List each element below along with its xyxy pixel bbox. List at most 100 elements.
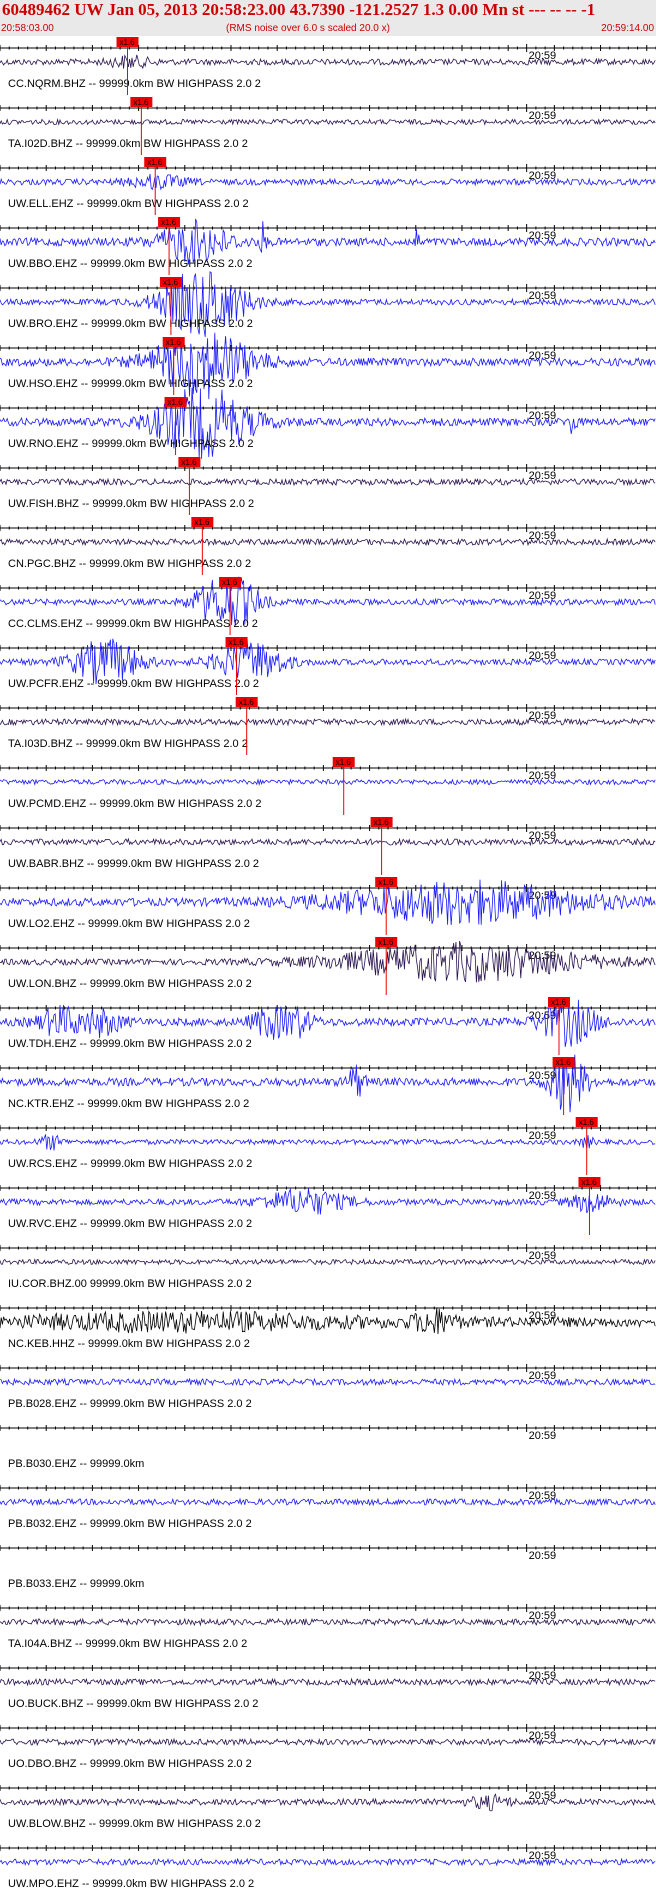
- trace-25: 20:59 PB.B033.EHZ -- 99999.0km: [0, 1544, 656, 1590]
- trace-7: 20:59UW.FISH.BHZ -- 99999.0km BW HIGHPAS…: [0, 457, 656, 515]
- trace-18: 20:59 UW.RCS.EHZ -- 99999.0km BW HIGHPASS…: [0, 1117, 656, 1175]
- event-title: 60489462 UW Jan 05, 2013 20:58:23.00 43.…: [2, 0, 596, 19]
- waveform: [0, 1737, 656, 1747]
- waveform: [0, 477, 656, 487]
- trace-19: 20:59 UW.RVC.EHZ -- 99999.0km BW HIGHPASS…: [0, 1177, 656, 1235]
- trace-30: 20:59UW.MPO.EHZ -- 99999.0km BW HIGHPASS…: [0, 1844, 656, 1890]
- station-label: PB.B030.EHZ -- 99999.0km: [8, 1458, 144, 1470]
- station-label: IU.COR.BHZ.00 99999.0km BW HIGHPASS 2.0 …: [8, 1278, 252, 1290]
- minute-label: 20:59: [529, 290, 557, 302]
- trace-0: 20:59CC.NQRM.BHZ -- 99999.0km BW HIGHPAS…: [0, 37, 656, 95]
- trace-5: 20:59UW.HSO.EHZ -- 99999.0km BW HIGHPASS…: [0, 332, 656, 400]
- trace-8: 20:59 CN.PGC.BHZ -- 99999.0km BW HIGHPASS…: [0, 517, 656, 575]
- station-label: PB.B028.EHZ -- 99999.0km BW HIGHPASS 2.0…: [8, 1398, 252, 1410]
- minute-label: 20:59: [529, 830, 557, 842]
- waveform: [0, 54, 656, 70]
- station-label: UW.HSO.EHZ -- 99999.0km BW HIGHPASS 2.0 …: [8, 378, 253, 390]
- start-time-label: 20:58:03.00: [1, 23, 54, 34]
- waveform: [0, 1258, 656, 1266]
- minute-label: 20:59: [529, 1430, 557, 1442]
- pick-marker-label: x1.6: [581, 1178, 597, 1187]
- trace-17: 20:59NC.KTR.EHZ -- 99999.0km BW HIGHPASS…: [0, 1054, 656, 1115]
- station-label: PB.B033.EHZ -- 99999.0km: [8, 1578, 144, 1590]
- pick-marker-label: x1.6: [147, 158, 163, 167]
- station-label: UW.BRO.EHZ -- 99999.0km BW HIGHPASS 2.0 …: [8, 318, 253, 330]
- trace-22: 20:59PB.B028.EHZ -- 99999.0km BW HIGHPAS…: [0, 1364, 656, 1410]
- waveform: [0, 717, 656, 727]
- waveform: [0, 778, 656, 786]
- minute-label: 20:59: [529, 1790, 557, 1802]
- pick-marker-label: x1.6: [222, 578, 238, 587]
- station-label: NC.KTR.EHZ -- 99999.0km BW HIGHPASS 2.0 …: [8, 1098, 249, 1110]
- waveform: [0, 1677, 656, 1687]
- station-label: CC.CLMS.EHZ -- 99999.0km BW HIGHPASS 2.0…: [8, 618, 258, 630]
- waveform: [0, 1377, 656, 1387]
- station-label: UW.RNO.EHZ -- 99999.0km BW HIGHPASS 2.0 …: [8, 438, 254, 450]
- minute-label: 20:59: [529, 770, 557, 782]
- minute-label: 20:59: [529, 1190, 557, 1202]
- pick-marker-label: x1.6: [556, 1058, 572, 1067]
- minute-label: 20:59: [529, 1310, 557, 1322]
- seismogram-plot: 20:59 CC.NQRM.BHZ -- 99999.0km BW HIGHPAS…: [0, 37, 656, 1890]
- trace-21: 20:59 NC.KEB.HHZ -- 99999.0km BW HIGHPASS…: [0, 1304, 656, 1350]
- station-label: UW.LO2.EHZ -- 99999.0km BW HIGHPASS 2.0 …: [8, 918, 250, 930]
- pick-marker-label: x1.6: [336, 758, 352, 767]
- waveform: [0, 537, 656, 547]
- station-label: NC.KEB.HHZ -- 99999.0km BW HIGHPASS 2.0 …: [8, 1338, 250, 1350]
- minute-label: 20:59: [529, 530, 557, 542]
- minute-label: 20:59: [529, 1130, 557, 1142]
- station-label: TA.I03D.BHZ -- 99999.0km BW HIGHPASS 2.0…: [8, 738, 248, 750]
- station-label: UW.BBO.EHZ -- 99999.0km BW HIGHPASS 2.0 …: [8, 258, 252, 270]
- trace-1: 20:59TA.I02D.BHZ -- 99999.0km BW HIGHPAS…: [0, 97, 656, 155]
- station-label: UW.TDH.EHZ -- 99999.0km BW HIGHPASS 2.0 …: [8, 1038, 252, 1050]
- pick-marker-label: x1.6: [239, 698, 255, 707]
- station-label: UW.BABR.BHZ -- 99999.0km BW HIGHPASS 2.0…: [8, 858, 259, 870]
- pick-marker-label: x1.6: [133, 98, 149, 107]
- waveform: [0, 1617, 656, 1627]
- minute-label: 20:59: [529, 1550, 557, 1562]
- station-label: UW.MPO.EHZ -- 99999.0km BW HIGHPASS 2.0 …: [8, 1878, 254, 1890]
- trace-24: 20:59PB.B032.EHZ -- 99999.0km BW HIGHPAS…: [0, 1484, 656, 1530]
- pick-marker-label: x1.6: [378, 878, 394, 887]
- station-label: CN.PGC.BHZ -- 99999.0km BW HIGHPASS 2.0 …: [8, 558, 251, 570]
- trace-15: 20:59UW.LON.BHZ -- 99999.0km BW HIGHPASS…: [0, 937, 656, 995]
- trace-28: 20:59UO.DBO.BHZ -- 99999.0km BW HIGHPASS…: [0, 1724, 656, 1770]
- station-label: UO.BUCK.BHZ -- 99999.0km BW HIGHPASS 2.0…: [8, 1698, 258, 1710]
- station-label: UW.PCMD.EHZ -- 99999.0km BW HIGHPASS 2.0…: [8, 798, 261, 810]
- trace-14: 20:59UW.LO2.EHZ -- 99999.0km BW HIGHPASS…: [0, 877, 656, 935]
- trace-6: 20:59UW.RNO.EHZ -- 99999.0km BW HIGHPASS…: [0, 387, 656, 460]
- station-label: CC.NQRM.BHZ -- 99999.0km BW HIGHPASS 2.0…: [8, 78, 261, 90]
- station-label: UW.FISH.BHZ -- 99999.0km BW HIGHPASS 2.0…: [8, 498, 254, 510]
- pick-marker-label: x1.6: [579, 1118, 595, 1127]
- end-time-label: 20:59:14.00: [601, 23, 654, 34]
- pick-marker-label: x1.6: [194, 518, 210, 527]
- pick-marker-label: x1.6: [161, 218, 177, 227]
- station-label: UW.LON.BHZ -- 99999.0km BW HIGHPASS 2.0 …: [8, 978, 252, 990]
- waveform: [0, 1187, 656, 1215]
- station-label: UO.DBO.BHZ -- 99999.0km BW HIGHPASS 2.0 …: [8, 1758, 252, 1770]
- station-label: UW.ELL.EHZ -- 99999.0km BW HIGHPASS 2.0 …: [8, 198, 249, 210]
- trace-27: 20:59 UO.BUCK.BHZ -- 99999.0km BW HIGHPAS…: [0, 1664, 656, 1710]
- trace-3: 20:59UW.BBO.EHZ -- 99999.0km BW HIGHPASS…: [0, 217, 656, 275]
- pick-marker-label: x1.6: [168, 398, 184, 407]
- station-label: TA.I04A.BHZ -- 99999.0km BW HIGHPASS 2.0…: [8, 1638, 247, 1650]
- station-label: UW.RCS.EHZ -- 99999.0km BW HIGHPASS 2.0 …: [8, 1158, 252, 1170]
- trace-13: 20:59 UW.BABR.BHZ -- 99999.0km BW HIGHPAS…: [0, 817, 656, 875]
- waveform: [0, 118, 656, 126]
- pick-marker-label: x1.6: [166, 338, 182, 347]
- waveform: [0, 837, 656, 847]
- trace-4: 20:59 UW.BRO.EHZ -- 99999.0km BW HIGHPASS…: [0, 271, 656, 337]
- station-label: UW.PCFR.EHZ -- 99999.0km BW HIGHPASS 2.0…: [8, 678, 259, 690]
- station-label: UW.BLOW.BHZ -- 99999.0km BW HIGHPASS 2.0…: [8, 1818, 261, 1830]
- trace-23: 20:59 PB.B030.EHZ -- 99999.0km: [0, 1424, 656, 1470]
- station-label: PB.B032.EHZ -- 99999.0km BW HIGHPASS 2.0…: [8, 1518, 252, 1530]
- waveform: [0, 1793, 656, 1812]
- waveform: [0, 1497, 656, 1507]
- waveform: [0, 1857, 656, 1867]
- trace-29: 20:59 UW.BLOW.BHZ -- 99999.0km BW HIGHPAS…: [0, 1784, 656, 1830]
- trace-26: 20:59TA.I04A.BHZ -- 99999.0km BW HIGHPAS…: [0, 1604, 656, 1650]
- waveform: [0, 173, 656, 191]
- station-label: UW.RVC.EHZ -- 99999.0km BW HIGHPASS 2.0 …: [8, 1218, 252, 1230]
- pick-marker-label: x1.6: [120, 38, 136, 47]
- trace-12: 20:59 UW.PCMD.EHZ -- 99999.0km BW HIGHPAS…: [0, 757, 656, 815]
